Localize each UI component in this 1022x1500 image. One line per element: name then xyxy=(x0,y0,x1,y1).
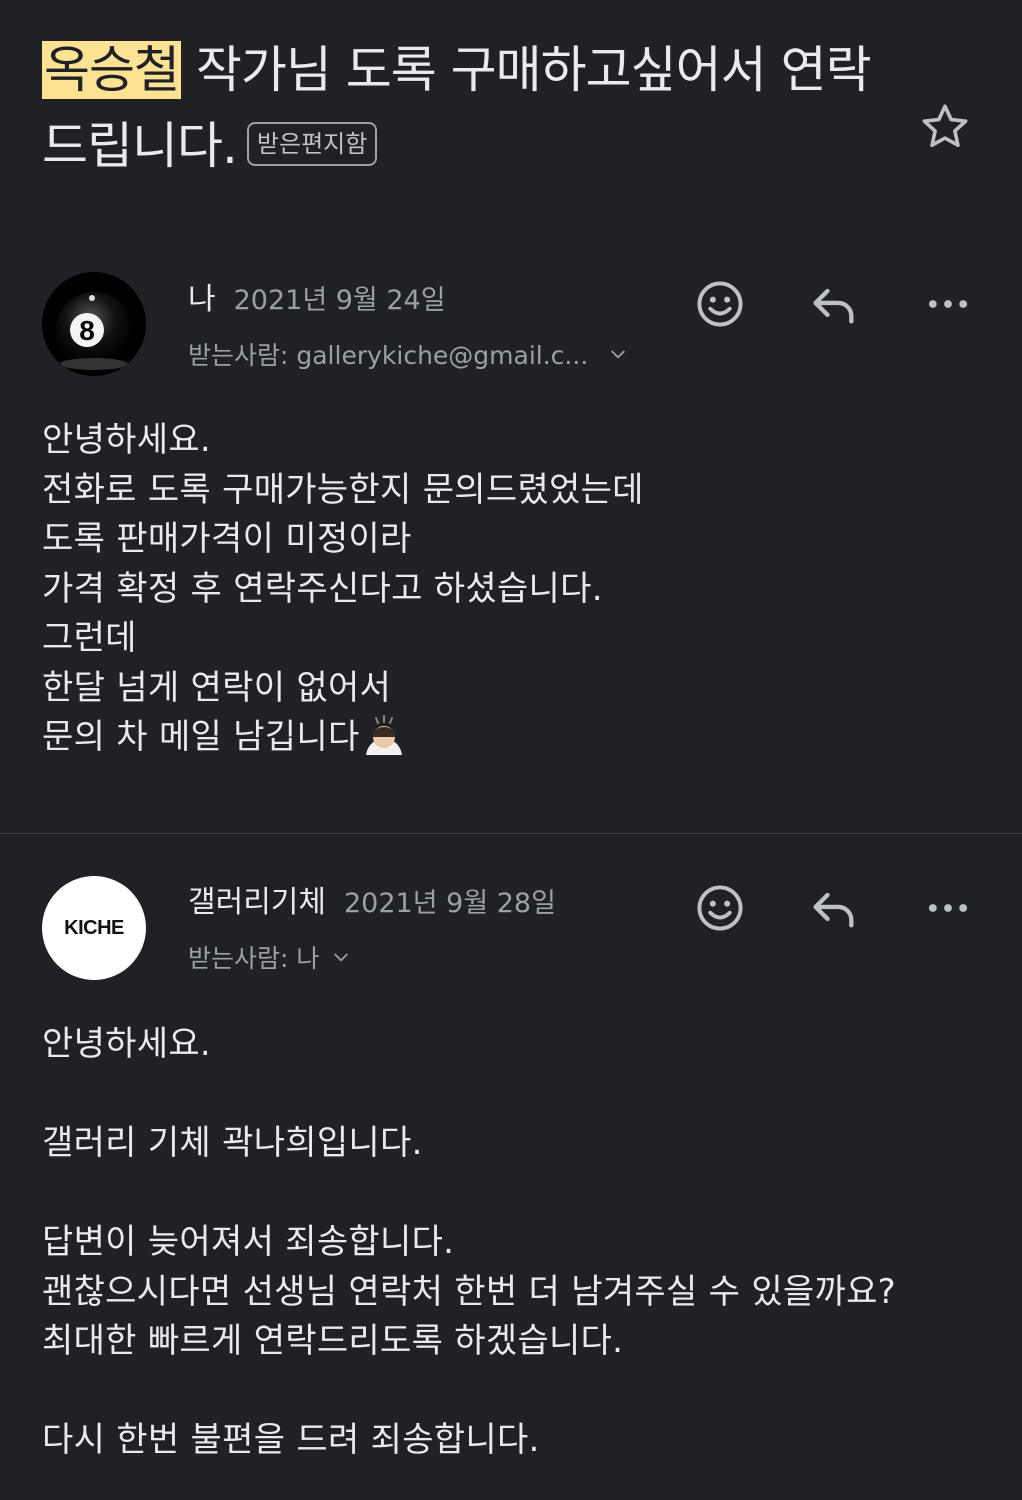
email-subject: 옥승철 작가님 도록 구매하고싶어서 연락드립니다. 받은편지함 xyxy=(42,32,882,184)
message-body-text: 안녕하세요. 갤러리 기체 곽나희입니다. 답변이 늦어져서 죄송합니다. 괜찮… xyxy=(42,1024,897,1460)
more-icon[interactable] xyxy=(922,882,974,934)
sender-name: 나 xyxy=(188,282,216,317)
eight-ball-icon: 8 xyxy=(42,272,146,376)
star-icon[interactable] xyxy=(918,100,972,154)
more-icon[interactable] xyxy=(922,278,974,330)
svg-text:8: 8 xyxy=(79,315,95,346)
recipient-text: 받는사람: gallerykiche@gmail.c... xyxy=(188,341,589,370)
message-body: 안녕하세요. 갤러리 기체 곽나희입니다. 답변이 늦어져서 죄송합니다. 괜찮… xyxy=(42,1020,896,1466)
sender-line: 갤러리기체 2021년 9월 28일 xyxy=(188,877,556,921)
reply-icon[interactable] xyxy=(808,882,860,934)
reply-icon[interactable] xyxy=(808,278,860,330)
sender-line: 나 2021년 9월 24일 xyxy=(188,274,446,318)
recipient-line[interactable]: 받는사람: gallerykiche@gmail.c... xyxy=(188,336,628,372)
avatar[interactable]: 8 xyxy=(42,272,146,376)
avatar[interactable]: KICHE xyxy=(42,876,146,980)
message-date: 2021년 9월 28일 xyxy=(344,888,556,919)
sender-name: 갤러리기체 xyxy=(188,885,326,920)
emoji-reaction-icon[interactable] xyxy=(694,882,746,934)
emoji-reaction-icon[interactable] xyxy=(694,278,746,330)
subject-highlight: 옥승철 xyxy=(42,41,181,99)
message-divider xyxy=(0,833,1022,834)
chevron-down-icon[interactable] xyxy=(331,947,351,967)
inbox-label-chip[interactable]: 받은편지함 xyxy=(246,121,378,166)
recipient-text: 받는사람: 나 xyxy=(188,944,320,973)
message-body-text: 안녕하세요. 전화로 도록 구매가능한지 문의드렸었는데 도록 판매가격이 미정… xyxy=(42,420,644,757)
chevron-down-icon[interactable] xyxy=(608,344,628,364)
message-body: 안녕하세요. 전화로 도록 구매가능한지 문의드렸었는데 도록 판매가격이 미정… xyxy=(42,416,644,763)
person-bowing-emoji-icon xyxy=(365,714,402,755)
avatar-logo-text: KICHE xyxy=(64,916,124,939)
message-date: 2021년 9월 24일 xyxy=(233,285,446,316)
recipient-line[interactable]: 받는사람: 나 xyxy=(188,939,351,975)
